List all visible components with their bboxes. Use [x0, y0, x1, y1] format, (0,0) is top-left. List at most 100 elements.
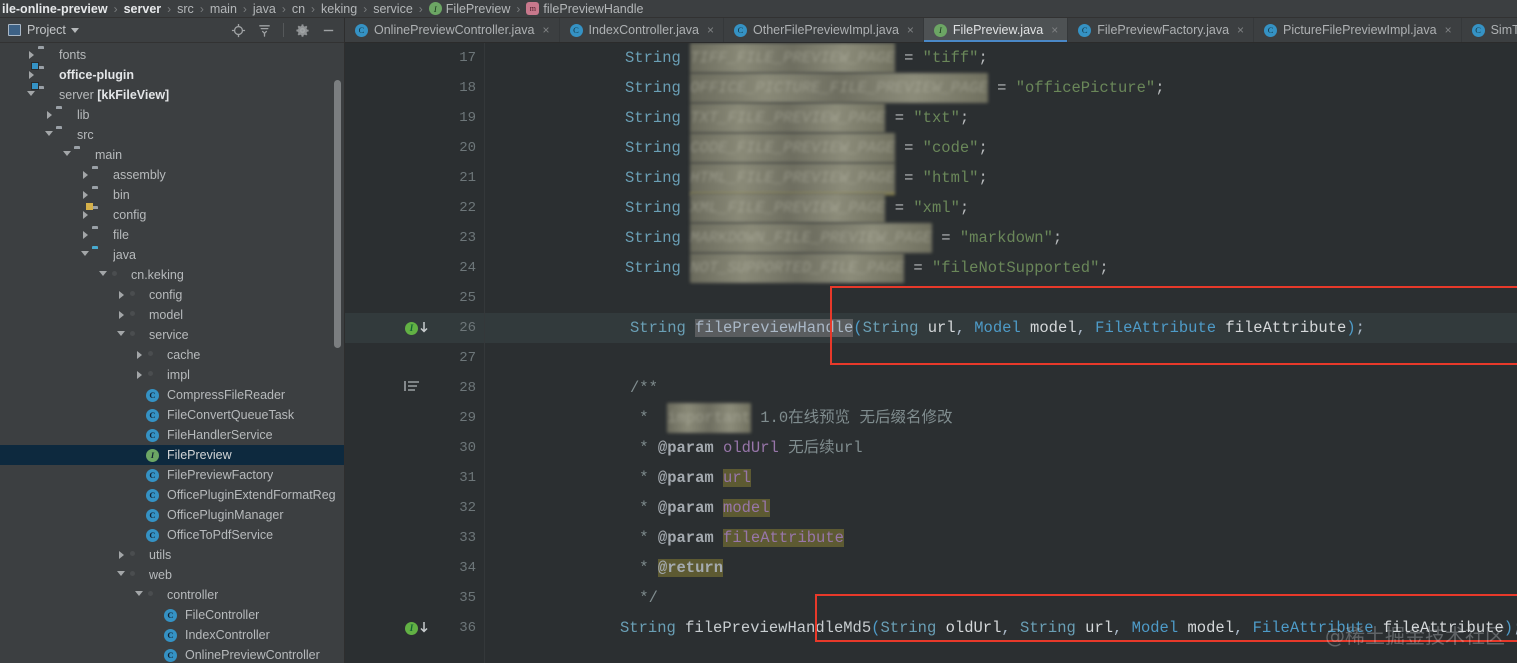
- javadoc-fold-icon[interactable]: [403, 379, 421, 398]
- hide-icon[interactable]: [321, 23, 336, 38]
- project-tree[interactable]: fontsoffice-pluginserver [kkFileView]lib…: [0, 43, 344, 663]
- tree-row[interactable]: fonts: [0, 45, 344, 65]
- chevron-down-icon[interactable]: [78, 251, 92, 260]
- tree-row[interactable]: office-plugin: [0, 65, 344, 85]
- chevron-right-icon[interactable]: [42, 111, 56, 119]
- breadcrumb-item-java[interactable]: java: [251, 2, 278, 16]
- breadcrumb-item-src[interactable]: src: [175, 2, 196, 16]
- tree-row[interactable]: service: [0, 325, 344, 345]
- close-icon[interactable]: ×: [707, 23, 714, 37]
- tree-row[interactable]: src: [0, 125, 344, 145]
- editor-tab-filepreview-java[interactable]: IFilePreview.java×: [924, 18, 1068, 42]
- locate-in-tree-icon[interactable]: [231, 23, 246, 38]
- breadcrumb-item-server[interactable]: server: [122, 2, 164, 16]
- tree-row[interactable]: java: [0, 245, 344, 265]
- breadcrumb-item-service[interactable]: service: [371, 2, 415, 16]
- breadcrumb-item-ile-online-preview[interactable]: ile-online-preview: [0, 2, 110, 16]
- code-line[interactable]: * important 1.0在线预览 无后缀名修改: [485, 403, 1517, 433]
- chevron-right-icon[interactable]: [132, 351, 146, 359]
- tree-row[interactable]: controller: [0, 585, 344, 605]
- editor-tab-filepreviewfactory-java[interactable]: CFilePreviewFactory.java×: [1068, 18, 1254, 42]
- chevron-down-icon[interactable]: [42, 131, 56, 140]
- code-line[interactable]: String CODE_FILE_PREVIEW_PAGE = "code";: [485, 133, 1517, 163]
- chevron-right-icon[interactable]: [114, 311, 128, 319]
- code-line[interactable]: * @param oldUrl 无后续url: [485, 433, 1517, 463]
- code-line[interactable]: */: [485, 583, 1517, 613]
- editor-tab-indexcontroller-java[interactable]: CIndexController.java×: [560, 18, 725, 42]
- implemented-by-icon[interactable]: I: [405, 321, 429, 335]
- code-line[interactable]: [485, 283, 1517, 313]
- implemented-by-icon[interactable]: I: [405, 621, 429, 635]
- code-line[interactable]: String NOT_SUPPORTED_FILE_PAGE = "fileNo…: [485, 253, 1517, 283]
- chevron-right-icon[interactable]: [78, 211, 92, 219]
- close-icon[interactable]: ×: [543, 23, 550, 37]
- chevron-right-icon[interactable]: [132, 371, 146, 379]
- chevron-right-icon[interactable]: [78, 171, 92, 179]
- tree-row[interactable]: CFileHandlerService: [0, 425, 344, 445]
- chevron-down-icon[interactable]: [24, 91, 38, 100]
- code-line[interactable]: * @return: [485, 553, 1517, 583]
- chevron-down-icon[interactable]: [114, 571, 128, 580]
- code-line[interactable]: [485, 343, 1517, 373]
- tree-row[interactable]: config: [0, 205, 344, 225]
- tree-row[interactable]: cn.keking: [0, 265, 344, 285]
- code-line[interactable]: String MARKDOWN_FILE_PREVIEW_PAGE = "mar…: [485, 223, 1517, 253]
- code-content[interactable]: String TIFF_FILE_PREVIEW_PAGE = "tiff";S…: [485, 43, 1517, 663]
- tree-row[interactable]: COfficeToPdfService: [0, 525, 344, 545]
- code-line[interactable]: * @param url: [485, 463, 1517, 493]
- chevron-down-icon[interactable]: [60, 151, 74, 160]
- code-line[interactable]: String filePreviewHandleMd5(String oldUr…: [485, 613, 1517, 643]
- code-line[interactable]: * @param fileAttribute: [485, 523, 1517, 553]
- code-line[interactable]: String OFFICE_PICTURE_FILE_PREVIEW_PAGE …: [485, 73, 1517, 103]
- close-icon[interactable]: ×: [1051, 23, 1058, 37]
- close-icon[interactable]: ×: [1237, 23, 1244, 37]
- tree-row[interactable]: lib: [0, 105, 344, 125]
- tree-row[interactable]: CCompressFileReader: [0, 385, 344, 405]
- tree-row[interactable]: server [kkFileView]: [0, 85, 344, 105]
- tree-row[interactable]: impl: [0, 365, 344, 385]
- chevron-right-icon[interactable]: [78, 231, 92, 239]
- tree-row[interactable]: config: [0, 285, 344, 305]
- chevron-right-icon[interactable]: [24, 71, 38, 79]
- tree-row[interactable]: CFileConvertQueueTask: [0, 405, 344, 425]
- code-line[interactable]: String HTML_FILE_PREVIEW_PAGE = "html";: [485, 163, 1517, 193]
- tree-row[interactable]: COfficePluginManager: [0, 505, 344, 525]
- chevron-down-icon[interactable]: [71, 28, 79, 33]
- tree-row[interactable]: cache: [0, 345, 344, 365]
- code-line[interactable]: String TXT_FILE_PREVIEW_PAGE = "txt";: [485, 103, 1517, 133]
- code-line[interactable]: String XML_FILE_PREVIEW_PAGE = "xml";: [485, 193, 1517, 223]
- editor-tab-picturefilepreviewimpl-java[interactable]: CPictureFilePreviewImpl.java×: [1254, 18, 1462, 42]
- breadcrumb-item-main[interactable]: main: [208, 2, 239, 16]
- tree-row[interactable]: file: [0, 225, 344, 245]
- editor-tabbar[interactable]: COnlinePreviewController.java×CIndexCont…: [345, 18, 1517, 43]
- tree-row[interactable]: web: [0, 565, 344, 585]
- tree-row[interactable]: utils: [0, 545, 344, 565]
- chevron-down-icon[interactable]: [96, 271, 110, 280]
- chevron-right-icon[interactable]: [78, 191, 92, 199]
- editor-tab-onlinepreviewcontroller-java[interactable]: COnlinePreviewController.java×: [345, 18, 560, 42]
- close-icon[interactable]: ×: [907, 23, 914, 37]
- collapse-all-icon[interactable]: [257, 23, 272, 38]
- breadcrumb-item-keking[interactable]: keking: [319, 2, 359, 16]
- editor-gutter[interactable]: 171819202122232425I26272829303132333435I…: [345, 43, 485, 663]
- tree-row[interactable]: COnlinePreviewController: [0, 645, 344, 663]
- chevron-right-icon[interactable]: [114, 551, 128, 559]
- editor-tab-otherfilepreviewimpl-java[interactable]: COtherFilePreviewImpl.java×: [724, 18, 924, 42]
- code-line[interactable]: /**: [485, 373, 1517, 403]
- code-line[interactable]: String filePreviewHandle(String url, Mod…: [485, 313, 1517, 343]
- breadcrumb-item-filepreview[interactable]: IFilePreview: [427, 2, 513, 16]
- editor-tab-simtex[interactable]: CSimTex: [1462, 18, 1517, 42]
- gear-icon[interactable]: [295, 23, 310, 38]
- code-line[interactable]: * @param model: [485, 493, 1517, 523]
- editor-viewport[interactable]: 171819202122232425I26272829303132333435I…: [345, 43, 1517, 663]
- tree-row[interactable]: CFileController: [0, 605, 344, 625]
- chevron-down-icon[interactable]: [114, 331, 128, 340]
- close-icon[interactable]: ×: [1445, 23, 1452, 37]
- tree-row[interactable]: IFilePreview: [0, 445, 344, 465]
- tree-row[interactable]: model: [0, 305, 344, 325]
- tree-row[interactable]: CIndexController: [0, 625, 344, 645]
- tree-row[interactable]: COfficePluginExtendFormatReg: [0, 485, 344, 505]
- tree-row[interactable]: CFilePreviewFactory: [0, 465, 344, 485]
- chevron-right-icon[interactable]: [114, 291, 128, 299]
- chevron-right-icon[interactable]: [24, 51, 38, 59]
